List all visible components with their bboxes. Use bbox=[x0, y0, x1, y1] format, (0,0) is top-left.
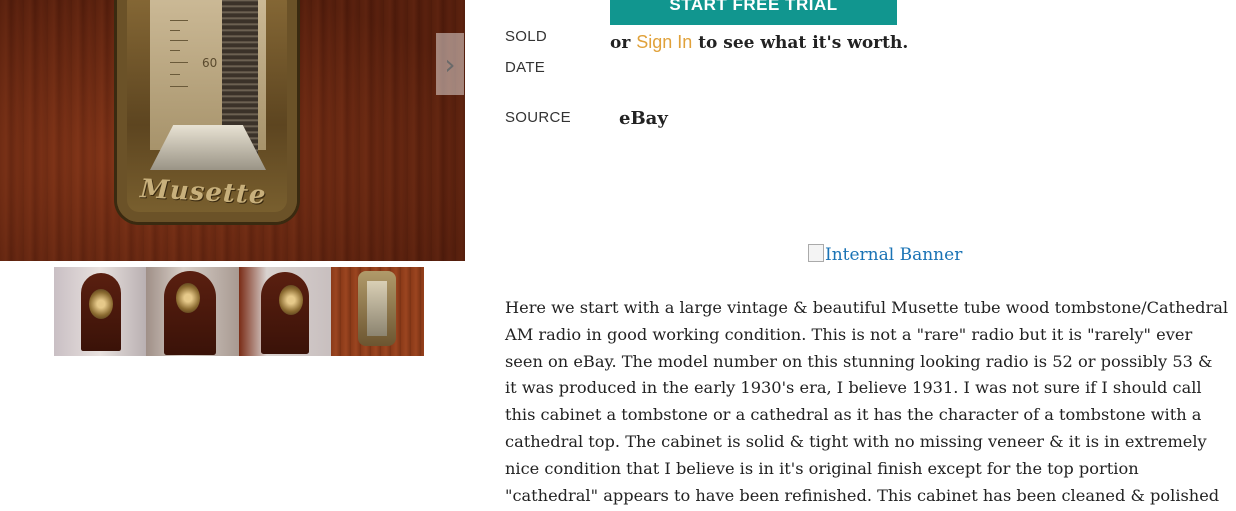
dial-tick bbox=[170, 74, 180, 75]
main-listing-image[interactable]: 60 Musette bbox=[0, 0, 465, 261]
dial-tick bbox=[170, 50, 180, 51]
thumbnail-front[interactable] bbox=[54, 267, 146, 356]
start-free-trial-button[interactable]: START FREE TRIAL bbox=[610, 0, 897, 25]
sold-prefix: or bbox=[610, 33, 631, 53]
chevron-right-icon: › bbox=[444, 47, 456, 81]
broken-image-icon bbox=[808, 244, 824, 262]
tuning-dial-scale bbox=[367, 281, 387, 336]
gallery-next-button[interactable]: › bbox=[436, 33, 464, 95]
dial-tick bbox=[170, 30, 180, 31]
internal-banner-link[interactable]: Internal Banner bbox=[808, 244, 962, 265]
description-line: Here we start with a large vintage & bea… bbox=[505, 298, 1229, 317]
dial-number: 60 bbox=[202, 56, 218, 70]
description-line: nice condition that I believe is in it's… bbox=[505, 458, 1139, 478]
description-line: "cathedral" appears to have been refinis… bbox=[505, 485, 1220, 505]
dial-tick bbox=[170, 40, 188, 41]
sign-in-link[interactable]: Sign In bbox=[636, 32, 692, 52]
listing-description: Here we start with a large vintage & bea… bbox=[505, 295, 1235, 509]
sold-suffix: to see what it's worth. bbox=[698, 33, 909, 53]
source-value: eBay bbox=[619, 108, 668, 129]
radio-grille bbox=[89, 289, 113, 319]
dial-tick bbox=[170, 20, 188, 21]
dial-tick bbox=[170, 86, 188, 87]
description-line: this cabinet a tombstone or a cathedral … bbox=[505, 405, 1202, 425]
description-line: it was produced in the early 1930's era,… bbox=[505, 378, 1202, 398]
thumbnail-angle[interactable] bbox=[146, 267, 239, 356]
source-label: SOURCE bbox=[505, 109, 571, 126]
thumbnail-side[interactable] bbox=[239, 267, 331, 356]
sold-price-prompt: or Sign In to see what it's worth. bbox=[610, 32, 908, 53]
sold-date-label-line2: DATE bbox=[505, 59, 546, 76]
banner-alt-text: Internal Banner bbox=[825, 245, 963, 265]
radio-grille bbox=[176, 283, 200, 313]
description-line: seen on eBay. The model number on this s… bbox=[505, 351, 1213, 371]
dial-tick bbox=[170, 62, 188, 63]
thumbnail-dial[interactable] bbox=[331, 267, 424, 356]
description-line: AM radio in good working condition. This… bbox=[505, 324, 1193, 344]
radio-grille bbox=[279, 285, 303, 315]
sold-date-label-line1: SOLD bbox=[505, 28, 548, 45]
description-line: cathedral top. The cabinet is solid & ti… bbox=[505, 431, 1207, 451]
